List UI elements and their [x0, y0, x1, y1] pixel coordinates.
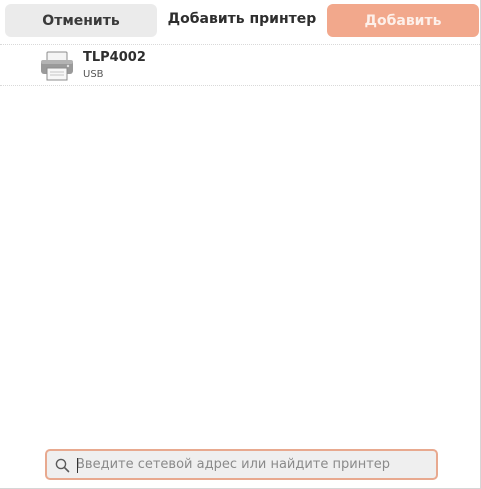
text-cursor	[77, 458, 78, 473]
search-icon	[55, 458, 70, 473]
printer-icon	[41, 51, 73, 81]
dialog-title: Добавить принтер	[167, 11, 317, 27]
printer-list-item[interactable]: TLP4002 USB	[0, 44, 480, 86]
search-entry[interactable]	[45, 449, 438, 480]
printer-name: TLP4002	[83, 50, 146, 65]
printer-list: TLP4002 USB	[0, 42, 480, 442]
search-input[interactable]	[76, 454, 431, 475]
add-printer-dialog: Отменить Добавить принтер Добавить TLP40…	[0, 0, 481, 489]
printer-connection: USB	[83, 69, 104, 80]
header-bar: Отменить Добавить принтер Добавить	[0, 0, 480, 42]
add-button[interactable]: Добавить	[327, 4, 479, 37]
cancel-button[interactable]: Отменить	[5, 4, 157, 37]
